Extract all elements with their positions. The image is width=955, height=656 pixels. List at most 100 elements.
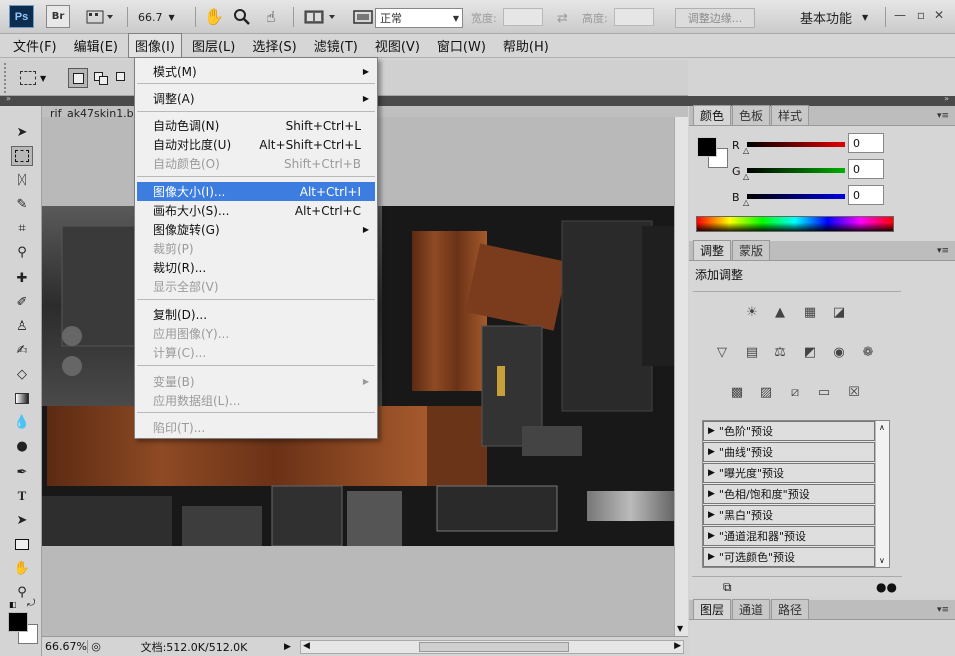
preset-exposure[interactable]: ▶ "曝光度"预设 xyxy=(703,463,875,483)
slider-thumb-icon[interactable]: △ xyxy=(743,172,749,181)
gradient-map-icon[interactable]: ▭ xyxy=(813,382,835,402)
tab-masks[interactable]: 蒙版 xyxy=(732,240,771,260)
menu-item-canvas-size[interactable]: 画布大小(S)... Alt+Ctrl+C xyxy=(137,201,375,220)
tab-adjustments[interactable]: 调整 xyxy=(693,240,732,260)
scroll-right-icon[interactable]: ▶ xyxy=(674,641,681,651)
panel-menu-icon[interactable]: ▾≡ xyxy=(937,111,949,121)
default-colors-icon[interactable]: ◧ xyxy=(9,600,17,609)
zoom-icon[interactable] xyxy=(231,5,253,28)
foreground-color-swatch[interactable] xyxy=(697,137,717,157)
zoom-level-select[interactable]: 66.7 ▼ xyxy=(138,9,190,25)
menu-item-adjustments[interactable]: 调整(A) ▶ xyxy=(137,89,375,108)
red-value-field[interactable]: 0 xyxy=(848,133,884,153)
move-tool-icon[interactable]: ➤ xyxy=(11,122,33,142)
menu-item-trim[interactable]: 裁切(R)... xyxy=(137,258,375,277)
menu-filter[interactable]: 滤镜(T) xyxy=(307,33,365,58)
scroll-left-icon[interactable]: ◀ xyxy=(303,641,310,651)
healing-brush-tool-icon[interactable]: ✚ xyxy=(11,268,33,288)
menu-item-auto-contrast[interactable]: 自动对比度(U) Alt+Shift+Ctrl+L xyxy=(137,135,375,154)
eyedropper-tool-icon[interactable]: ⚲ xyxy=(11,242,33,262)
menu-file[interactable]: 文件(F) xyxy=(6,33,64,58)
history-brush-tool-icon[interactable]: ✍ xyxy=(11,340,33,360)
vibrance-icon[interactable]: ▽ xyxy=(711,342,733,362)
foreground-color-swatch[interactable] xyxy=(8,612,28,632)
blur-tool-icon[interactable]: 💧 xyxy=(11,412,33,432)
return-to-list-icon[interactable]: ⧉ xyxy=(723,580,732,595)
menu-image[interactable]: 图像(I) xyxy=(127,33,182,58)
dodge-tool-icon[interactable]: ● xyxy=(11,436,33,456)
brush-tool-icon[interactable]: ✐ xyxy=(11,292,33,312)
swap-colors-icon[interactable]: ⤾ xyxy=(27,598,35,609)
maximize-icon[interactable]: ▫ xyxy=(912,8,930,24)
color-spectrum-bar[interactable] xyxy=(696,216,894,232)
menu-layer[interactable]: 图层(L) xyxy=(185,33,242,58)
panel-menu-icon[interactable]: ▾≡ xyxy=(937,605,949,615)
swap-dimensions-icon[interactable]: ⇄ xyxy=(557,8,568,28)
hue-saturation-icon[interactable]: ▤ xyxy=(741,342,763,362)
selective-color-icon[interactable]: ☒ xyxy=(843,382,865,402)
hand-icon[interactable]: ✋ xyxy=(203,5,225,28)
toolbar-header[interactable]: » xyxy=(0,94,42,106)
tab-channels[interactable]: 通道 xyxy=(732,599,771,619)
workspace-switcher[interactable]: 基本功能 ▼ xyxy=(800,8,868,27)
refine-edge-button[interactable]: 调整边缘... xyxy=(675,8,755,28)
hand-tool-icon[interactable]: ✋ xyxy=(11,558,33,578)
horizontal-scrollbar[interactable]: ◀ ▶ xyxy=(300,639,684,654)
add-selection-icon[interactable] xyxy=(91,68,111,88)
preset-black-white[interactable]: ▶ "黑白"预设 xyxy=(703,505,875,525)
style-select[interactable]: 正常 ▼ xyxy=(375,8,463,28)
channel-mixer-icon[interactable]: ❁ xyxy=(857,342,879,362)
status-info-icon[interactable]: ◎ xyxy=(88,640,104,653)
gradient-tool-icon[interactable] xyxy=(11,388,33,408)
photo-filter-icon[interactable]: ◉ xyxy=(828,342,850,362)
rectangular-marquee-tool-icon[interactable] xyxy=(11,146,33,166)
arrange-documents-icon[interactable] xyxy=(303,5,339,28)
color-balance-icon[interactable]: ⚖ xyxy=(769,342,791,362)
exposure-icon[interactable]: ◪ xyxy=(828,302,850,322)
scroll-thumb[interactable] xyxy=(419,641,569,652)
menu-help[interactable]: 帮助(H) xyxy=(496,33,556,58)
height-field[interactable] xyxy=(614,8,654,26)
preset-levels[interactable]: ▶ "色阶"预设 xyxy=(703,421,875,441)
quick-selection-tool-icon[interactable]: ✎ xyxy=(11,194,33,214)
tab-color[interactable]: 颜色 xyxy=(693,105,732,125)
slider-thumb-icon[interactable]: △ xyxy=(743,198,749,207)
menu-select[interactable]: 选择(S) xyxy=(245,33,303,58)
tab-layers[interactable]: 图层 xyxy=(693,599,732,619)
clone-stamp-tool-icon[interactable]: ♙ xyxy=(11,316,33,336)
posterize-icon[interactable]: ▨ xyxy=(755,382,777,402)
eraser-tool-icon[interactable]: ◇ xyxy=(11,364,33,384)
scroll-down-icon[interactable]: ▼ xyxy=(677,624,683,633)
lasso-tool-icon[interactable]: ᛞ xyxy=(11,170,33,190)
close-icon[interactable]: ✕ xyxy=(930,8,948,24)
subtract-selection-icon[interactable] xyxy=(113,68,133,88)
menu-window[interactable]: 窗口(W) xyxy=(430,33,493,58)
menu-edit[interactable]: 编辑(E) xyxy=(67,33,125,58)
scroll-down-icon[interactable]: ∨ xyxy=(879,556,885,565)
clip-to-layer-icon[interactable]: ●● xyxy=(876,580,897,594)
curves-icon[interactable]: ▦ xyxy=(799,302,821,322)
menu-view[interactable]: 视图(V) xyxy=(368,33,427,58)
menu-item-mode[interactable]: 模式(M) ▶ xyxy=(137,62,375,81)
green-slider[interactable] xyxy=(747,168,845,173)
path-selection-tool-icon[interactable]: ➤ xyxy=(11,510,33,530)
preset-channel-mixer[interactable]: ▶ "通道混和器"预设 xyxy=(703,526,875,546)
presets-scrollbar[interactable]: ∧ ∨ xyxy=(875,421,889,567)
menu-item-auto-tone[interactable]: 自动色调(N) Shift+Ctrl+L xyxy=(137,116,375,135)
frame-icon[interactable] xyxy=(82,5,118,28)
rotate-view-icon[interactable]: ☝ xyxy=(260,5,282,28)
preset-hue-saturation[interactable]: ▶ "色相/饱和度"预设 xyxy=(703,484,875,504)
width-field[interactable] xyxy=(503,8,543,26)
menu-item-image-size[interactable]: 图像大小(I)... Alt+Ctrl+I xyxy=(137,182,375,201)
menu-item-duplicate[interactable]: 复制(D)... xyxy=(137,305,375,324)
tool-preset-picker[interactable]: ▼ xyxy=(20,68,54,88)
menu-item-image-rotation[interactable]: 图像旋转(G) ▶ xyxy=(137,220,375,239)
brightness-contrast-icon[interactable]: ☀ xyxy=(741,302,763,322)
status-menu-icon[interactable]: ▶ xyxy=(284,642,296,652)
tab-styles[interactable]: 样式 xyxy=(771,105,810,125)
tab-paths[interactable]: 路径 xyxy=(771,599,810,619)
black-white-icon[interactable]: ◩ xyxy=(799,342,821,362)
green-value-field[interactable]: 0 xyxy=(848,159,884,179)
preset-curves[interactable]: ▶ "曲线"预设 xyxy=(703,442,875,462)
new-selection-icon[interactable] xyxy=(68,68,88,88)
